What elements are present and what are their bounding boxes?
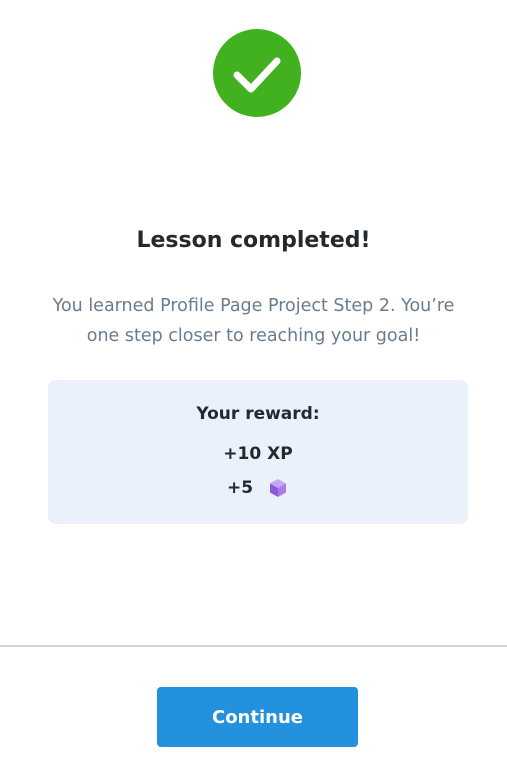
reward-gems-amount: +5: [226, 478, 254, 498]
lesson-completed-title: Lesson completed!: [136, 228, 371, 253]
lesson-completed-message: You learned Profile Page Project Step 2.…: [52, 296, 455, 346]
success-badge: [213, 29, 301, 117]
purple-cube-icon: [267, 477, 289, 499]
reward-gems-row: +5: [48, 477, 468, 499]
reward-xp: +10 XP: [223, 444, 293, 464]
footer-divider: [0, 645, 507, 647]
continue-button[interactable]: Continue: [157, 687, 358, 747]
reward-heading: Your reward:: [196, 404, 320, 424]
reward-panel: Your reward: +10 XP +5: [48, 380, 468, 524]
checkmark-icon: [233, 57, 281, 93]
